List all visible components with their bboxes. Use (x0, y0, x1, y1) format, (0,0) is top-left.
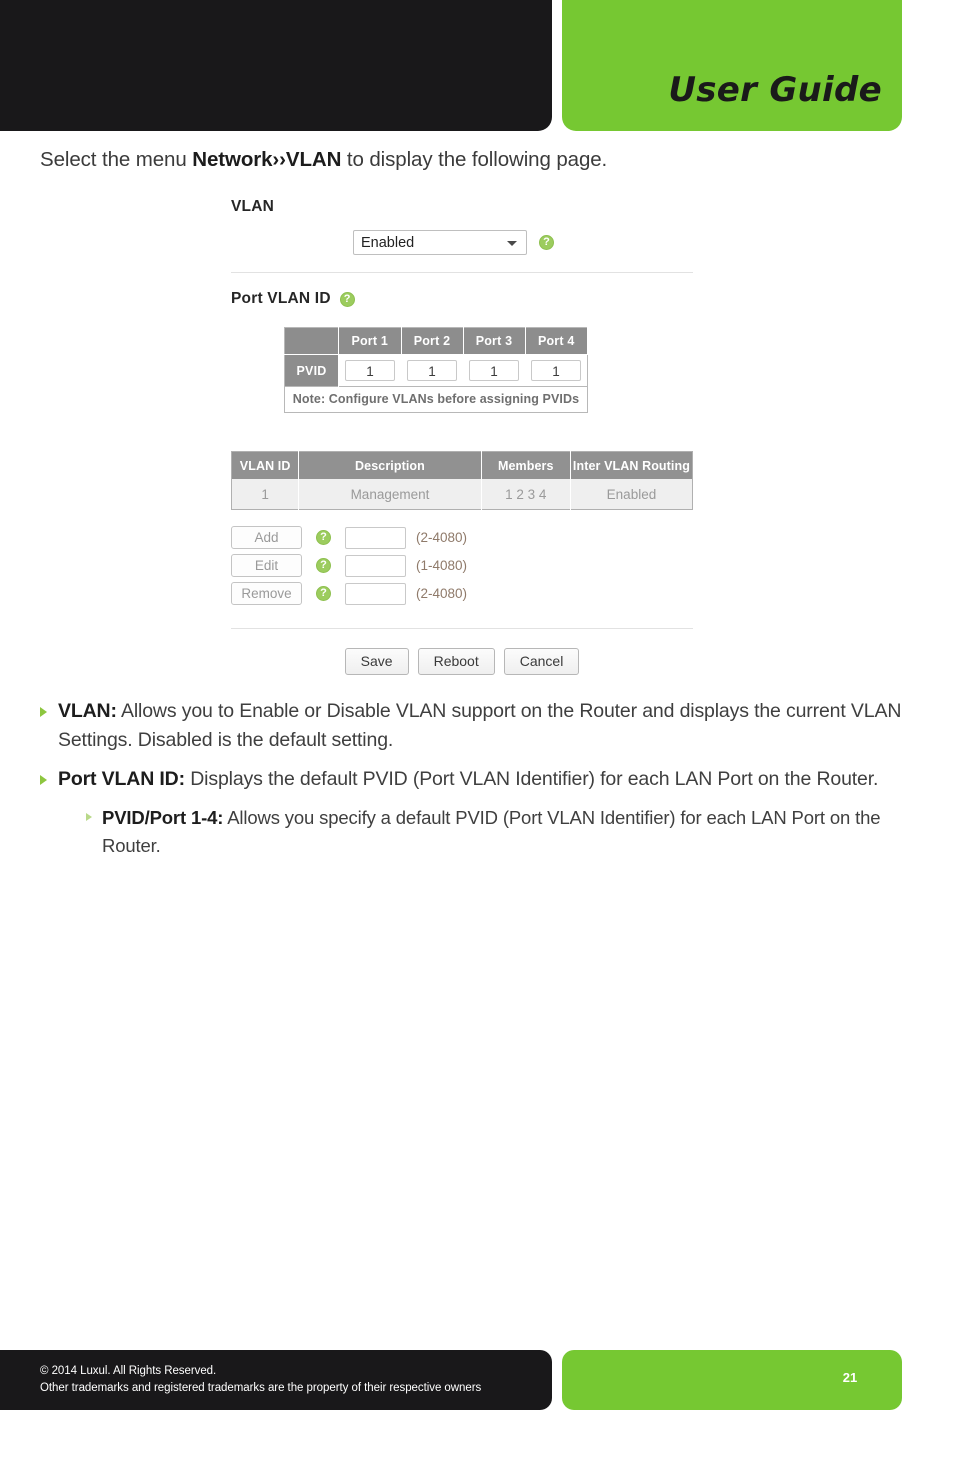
bullet-body: Port VLAN ID: Displays the default PVID … (58, 765, 878, 794)
vlan-col-description: Description (298, 451, 482, 479)
vlan-table-wrapper: VLAN ID Description Members Inter VLAN R… (231, 451, 693, 510)
header-black-bar (0, 0, 552, 131)
intro-prefix: Select the menu (40, 148, 193, 171)
port-vlan-id-label: Port VLAN ID (231, 290, 331, 307)
pvid-table-wrapper: Port 1 Port 2 Port 3 Port 4 PVID 1 1 1 1 (284, 327, 693, 413)
list-item: VLAN: Allows you to Enable or Disable VL… (40, 697, 912, 755)
vlan-table-header-row: VLAN ID Description Members Inter VLAN R… (231, 451, 693, 479)
pvid-input-port4[interactable]: 1 (531, 360, 581, 381)
bullet-description: Displays the default PVID (Port VLAN Ide… (184, 768, 879, 790)
copyright-line-1: © 2014 Luxul. All Rights Reserved. (40, 1365, 217, 1377)
pvid-input-port2[interactable]: 1 (407, 360, 457, 381)
remove-button[interactable]: Remove (231, 582, 302, 605)
cancel-button[interactable]: Cancel (503, 648, 580, 675)
description-list: VLAN: Allows you to Enable or Disable VL… (40, 697, 912, 870)
intro-menu-path: Network››VLAN (192, 148, 342, 171)
bullet-triangle-icon (40, 775, 47, 785)
pvid-cell-port3: 1 (463, 354, 525, 387)
help-icon[interactable] (316, 586, 331, 601)
remove-vlan-id-input[interactable] (345, 582, 406, 605)
port-vlan-id-heading: Port VLAN ID (231, 290, 693, 308)
pvid-col-port2: Port 2 (401, 327, 464, 355)
page-header: User Guide (0, 0, 954, 131)
section-divider-1 (231, 272, 693, 273)
table-row[interactable]: 1 Management 1 2 3 4 Enabled (231, 479, 693, 510)
pvid-table: Port 1 Port 2 Port 3 Port 4 PVID 1 1 1 1 (284, 327, 588, 413)
bullet-description: Allows you to Enable or Disable VLAN sup… (58, 700, 902, 751)
help-icon[interactable] (316, 558, 331, 573)
edit-action-row: Edit (1-4080) (231, 552, 693, 579)
pvid-col-port4: Port 4 (525, 327, 588, 355)
vlan-col-members: Members (481, 451, 571, 479)
vlan-cell-members: 1 2 3 4 (481, 479, 571, 510)
intro-sentence: Select the menu Network››VLAN to display… (40, 148, 607, 172)
sub-list-item: PVID/Port 1-4: Allows you specify a defa… (86, 804, 912, 860)
vlan-section-heading: VLAN (231, 198, 693, 216)
reboot-button[interactable]: Reboot (417, 648, 495, 675)
edit-range-hint: (1-4080) (416, 558, 468, 573)
edit-vlan-id-input[interactable] (345, 554, 406, 577)
add-action-row: Add (2-4080) (231, 524, 693, 551)
form-button-row: Save Reboot Cancel (231, 648, 693, 675)
remove-action-row: Remove (2-4080) (231, 580, 693, 607)
vlan-section-label: VLAN (231, 198, 274, 215)
add-button[interactable]: Add (231, 526, 302, 549)
copyright-line-2: Other trademarks and registered trademar… (40, 1382, 482, 1394)
chevron-down-icon (507, 241, 517, 246)
save-button[interactable]: Save (344, 648, 409, 675)
pvid-table-corner-cell (284, 327, 339, 355)
pvid-cell-port2: 1 (401, 354, 463, 387)
section-divider-2 (231, 628, 693, 629)
pvid-col-port3: Port 3 (463, 327, 526, 355)
list-item: Port VLAN ID: Displays the default PVID … (40, 765, 912, 794)
add-range-hint: (2-4080) (416, 530, 468, 545)
bullet-triangle-icon (40, 707, 47, 717)
bullet-term: VLAN: (58, 700, 117, 722)
pvid-cell-port4: 1 (525, 354, 588, 387)
page-footer: © 2014 Luxul. All Rights Reserved. Other… (0, 1350, 954, 1410)
vlan-cell-vlan-id: 1 (231, 479, 300, 510)
edit-button[interactable]: Edit (231, 554, 302, 577)
vlan-enable-row: Enabled (353, 230, 693, 255)
pvid-row-label: PVID (284, 354, 339, 387)
pvid-cell-port1: 1 (338, 354, 401, 387)
pvid-input-port1[interactable]: 1 (345, 360, 395, 381)
intro-suffix: to display the following page. (341, 148, 608, 171)
vlan-config-screenshot: VLAN Enabled Port VLAN ID Port 1 Port 2 … (231, 198, 693, 675)
help-icon[interactable] (339, 291, 355, 307)
pvid-table-value-row: PVID 1 1 1 1 (284, 354, 588, 387)
header-green-bar (562, 0, 902, 131)
vlan-enable-select-value: Enabled (361, 235, 415, 251)
pvid-table-note-row: Note: Configure VLANs before assigning P… (284, 386, 588, 413)
vlan-col-vlan-id: VLAN ID (231, 451, 300, 479)
vlan-cell-routing: Enabled (570, 479, 693, 510)
help-icon[interactable] (316, 530, 331, 545)
sub-bullet-body: PVID/Port 1-4: Allows you specify a defa… (102, 804, 912, 860)
sub-bullet-triangle-icon (86, 813, 92, 821)
vlan-cell-description: Management (298, 479, 482, 510)
pvid-table-header-row: Port 1 Port 2 Port 3 Port 4 (284, 327, 588, 355)
page-number: 21 (842, 1370, 858, 1385)
vlan-action-rows: Add (2-4080) Edit (1-4080) Remove (2-408… (231, 524, 693, 607)
add-vlan-id-input[interactable] (345, 526, 406, 549)
vlan-enable-select[interactable]: Enabled (353, 230, 527, 255)
footer-copyright: © 2014 Luxul. All Rights Reserved. Other… (40, 1363, 481, 1397)
bullet-body: VLAN: Allows you to Enable or Disable VL… (58, 697, 912, 755)
page-title: User Guide (668, 70, 882, 110)
bullet-term: Port VLAN ID: (58, 768, 185, 790)
vlan-col-inter-vlan-routing: Inter VLAN Routing (570, 451, 693, 479)
vlan-table: VLAN ID Description Members Inter VLAN R… (231, 451, 693, 510)
sub-bullet-term: PVID/Port 1-4: (102, 807, 224, 828)
pvid-input-port3[interactable]: 1 (469, 360, 519, 381)
remove-range-hint: (2-4080) (416, 586, 468, 601)
pvid-col-port1: Port 1 (338, 327, 402, 355)
pvid-note: Note: Configure VLANs before assigning P… (284, 386, 588, 413)
help-icon[interactable] (539, 235, 554, 250)
